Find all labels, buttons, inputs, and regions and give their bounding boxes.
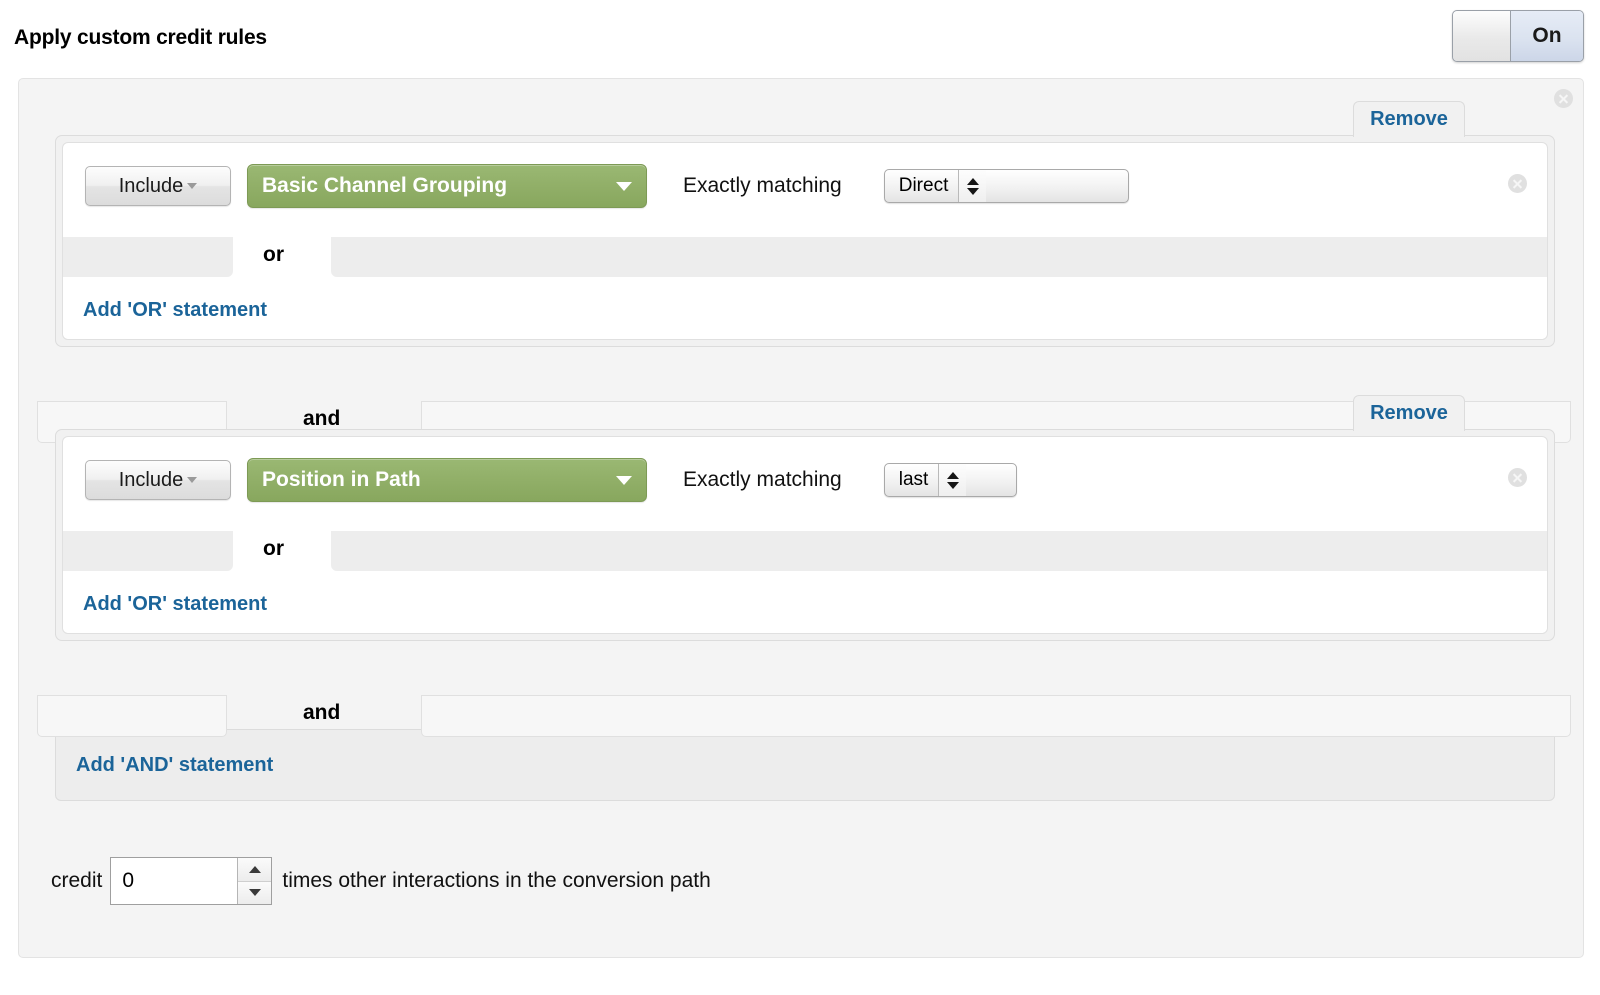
include-exclude-button-1[interactable]: Include: [85, 166, 231, 206]
page-header: Apply custom credit rules On: [0, 0, 1600, 78]
remove-rule-group-label-2: Remove: [1370, 402, 1448, 425]
credit-value-input[interactable]: [111, 858, 237, 904]
triangle-up-icon: [967, 178, 979, 185]
add-or-statement-link-1[interactable]: Add 'OR' statement: [83, 299, 267, 322]
and-label-1: and: [303, 407, 340, 431]
match-type-label-1: Exactly matching: [683, 174, 842, 198]
add-or-statement-row-1[interactable]: Add 'OR' statement: [63, 281, 1547, 339]
or-bar-right: [331, 237, 1547, 277]
stepper-icon[interactable]: [938, 464, 966, 496]
condition-row-2: Include Position in Path Exactly matchin…: [63, 437, 1547, 523]
rule-group-inner-2: Include Position in Path Exactly matchin…: [62, 436, 1548, 634]
and-label-2: and: [303, 701, 340, 725]
triangle-up-icon: [249, 866, 261, 873]
close-icon: [1554, 89, 1573, 108]
or-separator-2: or: [63, 523, 1547, 575]
and-box-left: [37, 695, 227, 737]
or-label-2: or: [263, 537, 284, 561]
or-separator-1: or: [63, 229, 1547, 281]
remove-rule-group-label-1: Remove: [1370, 108, 1448, 131]
include-exclude-button-2[interactable]: Include: [85, 460, 231, 500]
remove-rule-group-button-1[interactable]: Remove: [1353, 101, 1465, 137]
apply-custom-credit-rules-toggle[interactable]: On: [1452, 10, 1584, 62]
page-title: Apply custom credit rules: [14, 26, 267, 50]
dimension-label-1: Basic Channel Grouping: [262, 174, 616, 198]
rule-group-2: Include Position in Path Exactly matchin…: [55, 429, 1555, 641]
triangle-up-icon: [947, 472, 959, 479]
credit-suffix-label: times other interactions in the conversi…: [282, 869, 710, 893]
dimension-select-button-1[interactable]: Basic Channel Grouping: [247, 164, 647, 208]
match-value-label-1: Direct: [885, 175, 959, 197]
or-bar-left: [63, 531, 233, 571]
condition-row-1: Include Basic Channel Grouping Exactly m…: [63, 143, 1547, 229]
and-box-right: [421, 695, 1571, 737]
match-value-select-1[interactable]: Direct: [884, 169, 1129, 203]
credit-multiplier-row: credit times other interactions in the c…: [51, 857, 711, 905]
match-value-label-2: last: [885, 469, 939, 491]
or-bar-right: [331, 531, 1547, 571]
remove-condition-button-1[interactable]: [1508, 174, 1527, 198]
or-bar-left: [63, 237, 233, 277]
triangle-down-icon: [947, 482, 959, 489]
triangle-down-icon: [967, 188, 979, 195]
or-label-1: or: [263, 243, 284, 267]
remove-rule-group-button-2[interactable]: Remove: [1353, 395, 1465, 431]
close-icon: [1508, 174, 1527, 193]
and-separator-2: and: [37, 689, 1571, 741]
dimension-select-button-2[interactable]: Position in Path: [247, 458, 647, 502]
stepper-icon[interactable]: [958, 170, 986, 202]
chevron-down-icon: [616, 476, 632, 485]
credit-increment-button[interactable]: [238, 858, 271, 881]
toggle-handle[interactable]: [1453, 11, 1511, 61]
credit-decrement-button[interactable]: [238, 881, 271, 905]
remove-condition-button-2[interactable]: [1508, 468, 1527, 492]
custom-credit-rules-panel: Remove Include Basic Channel Grouping Ex…: [18, 78, 1584, 958]
match-type-label-2: Exactly matching: [683, 468, 842, 492]
add-and-statement-link[interactable]: Add 'AND' statement: [76, 754, 273, 777]
include-exclude-label-1: Include: [119, 175, 184, 198]
credit-spin-buttons[interactable]: [237, 858, 271, 904]
panel-close-button[interactable]: [1554, 89, 1573, 113]
chevron-down-icon: [187, 183, 197, 189]
triangle-down-icon: [249, 889, 261, 896]
add-or-statement-link-2[interactable]: Add 'OR' statement: [83, 593, 267, 616]
rule-group-1: Include Basic Channel Grouping Exactly m…: [55, 135, 1555, 347]
credit-stepper[interactable]: [110, 857, 272, 905]
chevron-down-icon: [616, 182, 632, 191]
rule-group-inner-1: Include Basic Channel Grouping Exactly m…: [62, 142, 1548, 340]
credit-prefix-label: credit: [51, 869, 102, 893]
toggle-state-label: On: [1511, 11, 1583, 61]
chevron-down-icon: [187, 477, 197, 483]
match-value-select-2[interactable]: last: [884, 463, 1017, 497]
close-icon: [1508, 468, 1527, 487]
include-exclude-label-2: Include: [119, 469, 184, 492]
dimension-label-2: Position in Path: [262, 468, 616, 492]
add-or-statement-row-2[interactable]: Add 'OR' statement: [63, 575, 1547, 633]
